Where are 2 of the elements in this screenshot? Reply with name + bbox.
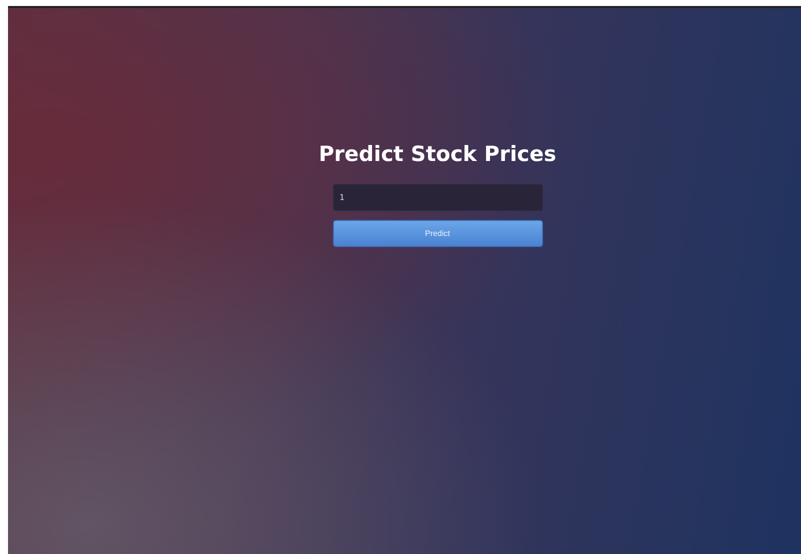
input-field[interactable]: 1 (332, 184, 542, 211)
page-title: Predict Stock Prices (318, 142, 558, 166)
